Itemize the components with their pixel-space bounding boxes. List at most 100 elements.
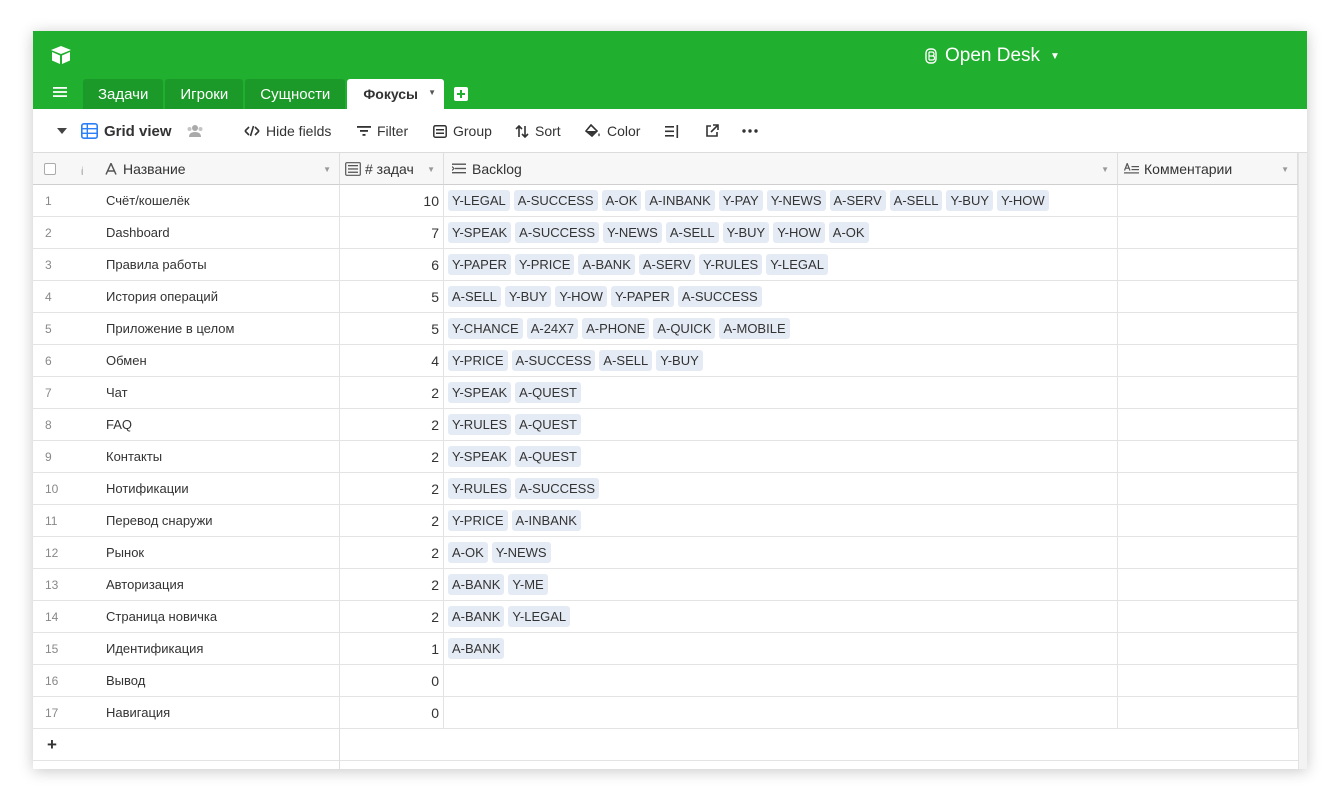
backlog-cell[interactable] <box>444 665 1118 696</box>
backlog-tag[interactable]: A-SUCCESS <box>511 350 596 371</box>
backlog-tag[interactable]: A-QUICK <box>653 318 716 339</box>
name-cell[interactable]: Приложение в целом <box>83 313 340 344</box>
name-cell[interactable]: Страница новичка <box>83 601 340 632</box>
name-cell[interactable]: Dashboard <box>83 217 340 248</box>
backlog-tag[interactable]: A-SELL <box>889 190 943 211</box>
backlog-tag[interactable]: Y-BUY <box>656 350 703 371</box>
tab-zadachi[interactable]: Задачи <box>83 79 164 109</box>
backlog-tag[interactable]: Y-BUY <box>946 190 994 211</box>
column-header-backlog[interactable]: Backlog ▼ <box>444 153 1118 185</box>
logo-icon[interactable] <box>50 45 72 65</box>
add-table-icon[interactable] <box>454 87 469 101</box>
view-switcher[interactable]: Grid view <box>81 109 204 153</box>
count-cell[interactable]: 10 <box>340 185 444 216</box>
column-header-comments[interactable]: Комментарии ▼ <box>1118 153 1298 185</box>
backlog-tag[interactable]: A-SELL <box>665 222 719 243</box>
table-row[interactable]: 12 Рынок 2 A-OK Y-NEWS <box>33 537 1298 569</box>
count-cell[interactable]: 2 <box>340 505 444 536</box>
comments-cell[interactable] <box>1118 569 1298 600</box>
count-cell[interactable]: 2 <box>340 473 444 504</box>
table-row[interactable]: 13 Авторизация 2 A-BANK Y-ME <box>33 569 1298 601</box>
backlog-tag[interactable]: A-INBANK <box>645 190 715 211</box>
backlog-cell[interactable]: Y-PRICE A-INBANK <box>444 505 1118 536</box>
name-cell[interactable]: Идентификация <box>83 633 340 664</box>
backlog-cell[interactable]: Y-PAPER Y-PRICE A-BANK A-SERV Y-RULES Y-LEGAL <box>444 249 1118 280</box>
name-cell[interactable]: Перевод снаружи <box>83 505 340 536</box>
backlog-tag[interactable]: A-OK <box>601 190 642 211</box>
comments-cell[interactable] <box>1118 441 1298 472</box>
backlog-tag[interactable]: Y-RULES <box>448 478 512 499</box>
count-cell[interactable]: 5 <box>340 313 444 344</box>
backlog-cell[interactable]: Y-RULES A-SUCCESS <box>444 473 1118 504</box>
more-options-button[interactable] <box>742 109 758 153</box>
backlog-tag[interactable]: A-24X7 <box>526 318 579 339</box>
table-row[interactable]: 5 Приложение в целом 5 Y-CHANCE A-24X7 A-PHON… <box>33 313 1298 345</box>
backlog-tag[interactable]: Y-PRICE <box>448 350 508 371</box>
backlog-cell[interactable]: A-BANK <box>444 633 1118 664</box>
backlog-tag[interactable]: A-SELL <box>599 350 653 371</box>
table-row[interactable]: 2 Dashboard 7 Y-SPEAK A-SUCCESS Y-NEWS A-SELL Y… <box>33 217 1298 249</box>
backlog-cell[interactable]: A-SELL Y-BUY Y-HOW Y-PAPER A-SUCCESS <box>444 281 1118 312</box>
share-view-button[interactable] <box>705 109 719 153</box>
table-row[interactable]: 9 Контакты 2 Y-SPEAK A-QUEST <box>33 441 1298 473</box>
chevron-down-icon[interactable]: ▼ <box>323 165 331 174</box>
backlog-tag[interactable]: A-SUCCESS <box>677 286 762 307</box>
count-cell[interactable]: 0 <box>340 665 444 696</box>
name-cell[interactable]: FAQ <box>83 409 340 440</box>
comments-cell[interactable] <box>1118 377 1298 408</box>
count-cell[interactable]: 0 <box>340 697 444 728</box>
table-row[interactable]: 6 Обмен 4 Y-PRICE A-SUCCESS A-SELL Y-BUY <box>33 345 1298 377</box>
comments-cell[interactable] <box>1118 281 1298 312</box>
backlog-tag[interactable]: Y-PAPER <box>448 254 511 275</box>
comments-cell[interactable] <box>1118 185 1298 216</box>
table-row[interactable]: 15 Идентификация 1 A-BANK <box>33 633 1298 665</box>
count-cell[interactable]: 2 <box>340 569 444 600</box>
table-row[interactable]: 14 Страница новичка 2 A-BANK Y-LEGAL <box>33 601 1298 633</box>
table-row[interactable]: 10 Нотификации 2 Y-RULES A-SUCCESS <box>33 473 1298 505</box>
comments-cell[interactable] <box>1118 601 1298 632</box>
table-row[interactable]: 3 Правила работы 6 Y-PAPER Y-PRICE A-BANK A-SE… <box>33 249 1298 281</box>
comments-cell[interactable] <box>1118 537 1298 568</box>
backlog-tag[interactable]: A-SUCCESS <box>515 222 600 243</box>
select-all-checkbox[interactable] <box>44 163 56 175</box>
backlog-tag[interactable]: Y-NEWS <box>766 190 826 211</box>
backlog-tag[interactable]: A-BANK <box>448 574 505 595</box>
views-toggle[interactable] <box>57 109 67 153</box>
backlog-tag[interactable]: Y-LEGAL <box>448 190 510 211</box>
count-cell[interactable]: 5 <box>340 281 444 312</box>
backlog-cell[interactable]: A-OK Y-NEWS <box>444 537 1118 568</box>
chevron-down-icon[interactable]: ▼ <box>1281 165 1289 174</box>
backlog-tag[interactable]: Y-BUY <box>504 286 552 307</box>
table-row[interactable]: 17 Навигация 0 <box>33 697 1298 729</box>
backlog-tag[interactable]: Y-SPEAK <box>448 382 512 403</box>
count-cell[interactable]: 2 <box>340 601 444 632</box>
tab-sushchnosti[interactable]: Сущности <box>245 79 346 109</box>
backlog-tag[interactable]: A-QUEST <box>515 382 581 403</box>
menu-icon[interactable] <box>53 85 67 99</box>
backlog-tag[interactable]: A-OK <box>448 542 488 563</box>
backlog-tag[interactable]: A-OK <box>828 222 869 243</box>
comments-cell[interactable] <box>1118 633 1298 664</box>
backlog-tag[interactable]: Y-NEWS <box>491 542 551 563</box>
backlog-tag[interactable]: Y-RULES <box>699 254 763 275</box>
base-title[interactable]: Open Desk ▼ <box>925 43 1060 69</box>
add-row[interactable]: + <box>33 729 1298 761</box>
count-cell[interactable]: 7 <box>340 217 444 248</box>
backlog-tag[interactable]: A-INBANK <box>511 510 581 531</box>
comments-cell[interactable] <box>1118 249 1298 280</box>
column-header-name[interactable]: Название ▼ <box>83 153 340 185</box>
table-row[interactable]: 8 FAQ 2 Y-RULES A-QUEST <box>33 409 1298 441</box>
count-cell[interactable]: 2 <box>340 409 444 440</box>
backlog-tag[interactable]: Y-SPEAK <box>448 222 512 243</box>
backlog-cell[interactable]: Y-SPEAK A-QUEST <box>444 441 1118 472</box>
name-cell[interactable]: Рынок <box>83 537 340 568</box>
backlog-tag[interactable]: Y-RULES <box>448 414 512 435</box>
group-button[interactable]: Group <box>433 109 492 153</box>
comments-cell[interactable] <box>1118 665 1298 696</box>
backlog-tag[interactable]: Y-NEWS <box>603 222 662 243</box>
backlog-tag[interactable]: A-SELL <box>448 286 501 307</box>
name-cell[interactable]: Навигация <box>83 697 340 728</box>
comments-cell[interactable] <box>1118 409 1298 440</box>
count-cell[interactable]: 2 <box>340 441 444 472</box>
comments-cell[interactable] <box>1118 345 1298 376</box>
